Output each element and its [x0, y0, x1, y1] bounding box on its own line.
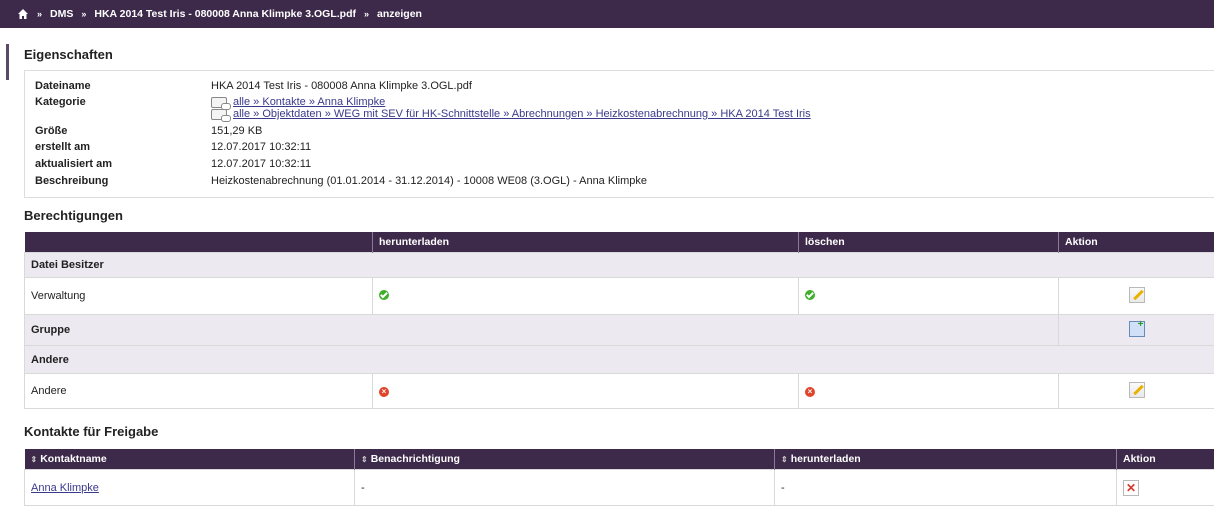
category-entry: alle » Kontakte » Anna Klimpke — [211, 96, 385, 110]
sort-icon: ⇕ — [361, 455, 368, 464]
x-circle-icon: × — [379, 387, 389, 397]
column-header-label: Kontaktname — [40, 453, 107, 465]
column-header-label: Benachrichtigung — [370, 453, 460, 465]
group-row-owner: Datei Besitzer — [24, 252, 1214, 278]
notification-cell: - — [354, 469, 775, 506]
created-label: erstellt am — [35, 141, 91, 153]
column-header-download: herunterladen — [372, 232, 799, 253]
description-value: Heizkostenabrechnung (01.01.2014 - 31.12… — [211, 175, 647, 187]
table-row: Andere × × — [24, 373, 1214, 409]
sort-icon: ⇕ — [781, 455, 788, 464]
delete-x-icon[interactable]: ✕ — [1123, 479, 1139, 496]
add-group-icon[interactable] — [1128, 319, 1145, 337]
contact-category-icon — [211, 96, 231, 110]
action-cell — [1058, 373, 1214, 409]
size-value: 151,29 KB — [211, 125, 263, 137]
contacts-table: ⇕ Kontaktname ⇕ Benachrichtigung ⇕ herunter… — [24, 449, 1214, 506]
category-label: Kategorie — [35, 96, 86, 108]
column-header-contact-name[interactable]: ⇕ Kontaktname — [24, 449, 355, 470]
breadcrumb-separator: » — [81, 9, 87, 19]
breadcrumb-item-view: anzeigen — [377, 8, 422, 20]
group-label-group: Gruppe — [24, 314, 1059, 346]
column-header-download[interactable]: ⇕ herunterladen — [774, 449, 1117, 470]
breadcrumb-separator: » — [37, 9, 43, 19]
delete-permission-cell — [798, 277, 1059, 315]
x-circle-icon: × — [805, 387, 815, 397]
table-row: Verwaltung — [24, 277, 1214, 315]
properties-panel: Dateiname HKA 2014 Test Iris - 080008 An… — [24, 70, 1214, 198]
pencil-icon[interactable] — [1128, 286, 1145, 303]
check-circle-icon — [379, 289, 389, 300]
object-category-icon — [211, 108, 231, 122]
check-circle-icon — [805, 289, 815, 300]
breadcrumb-item-dms[interactable]: DMS — [50, 8, 73, 20]
contact-name-cell: Anna Klimpke — [24, 469, 355, 506]
group-row-other: Andere — [24, 345, 1214, 374]
permissions-table: herunterladen löschen Aktion Datei Besit… — [24, 232, 1214, 409]
breadcrumb: » DMS » HKA 2014 Test Iris - 080008 Anna… — [0, 0, 1214, 28]
filename-label: Dateiname — [35, 80, 91, 92]
column-header-name — [24, 232, 373, 253]
category-link-objects[interactable]: alle » Objektdaten » WEG mit SEV für HK-… — [233, 108, 811, 120]
download-permission-cell: × — [372, 373, 799, 409]
description-label: Beschreibung — [35, 175, 109, 187]
filename-value: HKA 2014 Test Iris - 080008 Anna Klimpke… — [211, 80, 472, 92]
column-header-notification[interactable]: ⇕ Benachrichtigung — [354, 449, 775, 470]
category-link-contacts[interactable]: alle » Kontakte » Anna Klimpke — [233, 96, 385, 108]
table-header-row: ⇕ Kontaktname ⇕ Benachrichtigung ⇕ herunter… — [24, 449, 1214, 470]
permissions-heading: Berechtigungen — [24, 208, 123, 223]
contacts-heading: Kontakte für Freigabe — [24, 424, 159, 439]
size-label: Größe — [35, 125, 68, 137]
column-header-action: Aktion — [1116, 449, 1214, 470]
column-header-label: herunterladen — [790, 453, 861, 465]
download-permission-cell — [372, 277, 799, 315]
updated-label: aktualisiert am — [35, 158, 113, 170]
contact-name-link[interactable]: Anna Klimpke — [31, 482, 99, 494]
action-cell: ✕ — [1116, 469, 1214, 506]
action-cell — [1058, 314, 1214, 346]
group-row-group: Gruppe — [24, 314, 1214, 346]
breadcrumb-item-file[interactable]: HKA 2014 Test Iris - 080008 Anna Klimpke… — [94, 8, 356, 20]
home-icon[interactable] — [17, 8, 29, 20]
updated-value: 12.07.2017 10:32:11 — [211, 158, 312, 170]
permission-holder-name: Andere — [24, 373, 373, 409]
group-label-owner: Datei Besitzer — [24, 252, 1214, 278]
download-cell: - — [774, 469, 1117, 506]
table-header-row: herunterladen löschen Aktion — [24, 232, 1214, 253]
action-cell — [1058, 277, 1214, 315]
group-label-other: Andere — [24, 345, 1214, 374]
table-row: Anna Klimpke - - ✕ — [24, 469, 1214, 506]
sort-icon: ⇕ — [30, 455, 38, 464]
created-value: 12.07.2017 10:32:11 — [211, 141, 312, 153]
column-header-delete: löschen — [798, 232, 1059, 253]
category-entry: alle » Objektdaten » WEG mit SEV für HK-… — [211, 108, 811, 122]
column-header-action: Aktion — [1058, 232, 1214, 253]
properties-heading: Eigenschaften — [24, 47, 113, 62]
left-accent-bar — [6, 44, 9, 80]
breadcrumb-separator: » — [364, 9, 370, 19]
pencil-icon[interactable] — [1128, 381, 1145, 398]
permission-holder-name: Verwaltung — [24, 277, 373, 315]
delete-permission-cell: × — [798, 373, 1059, 409]
